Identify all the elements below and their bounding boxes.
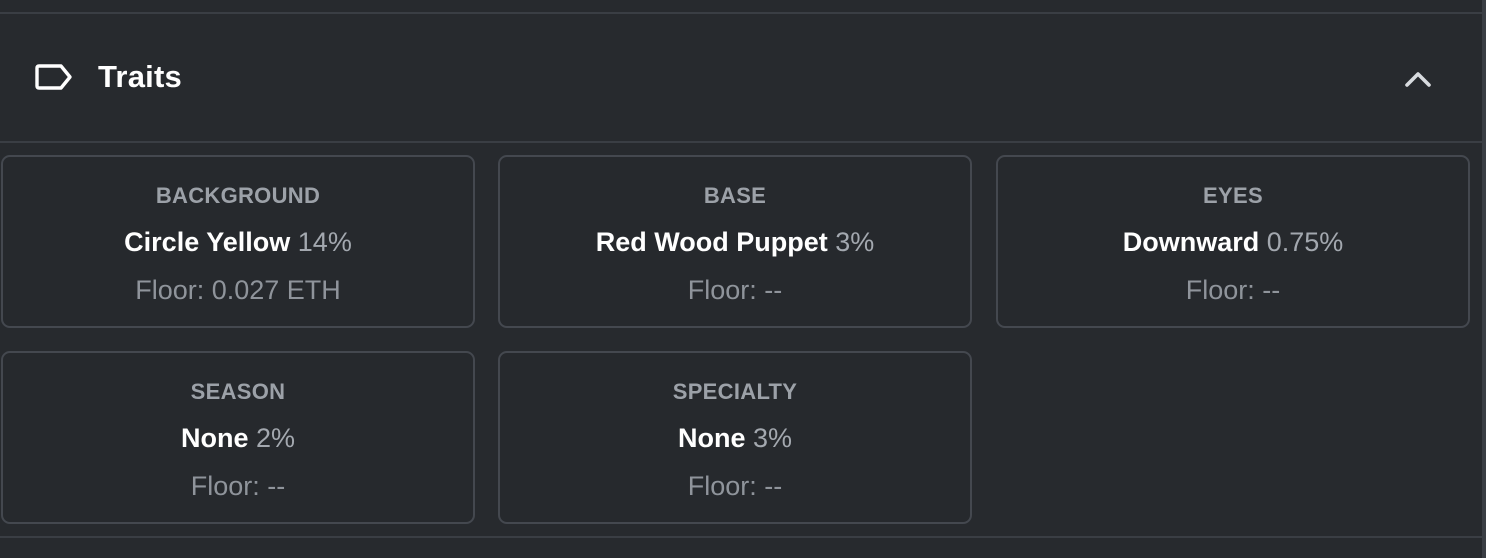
trait-value-line: Red Wood Puppet 3% <box>500 225 970 259</box>
section-title: Traits <box>98 59 182 94</box>
trait-floor-price: Floor: 0.027 ETH <box>135 275 341 305</box>
divider <box>0 536 1482 538</box>
trait-value: None <box>180 423 249 453</box>
trait-floor-price: Floor: -- <box>687 471 783 501</box>
divider <box>0 141 1482 143</box>
trait-rarity: 14% <box>297 227 352 257</box>
tag-icon <box>35 64 72 90</box>
trait-value-line: None 2% <box>3 421 473 455</box>
trait-card-season[interactable]: SEASON None 2% Floor: -- <box>1 351 475 524</box>
trait-rarity: 0.75% <box>1266 227 1344 257</box>
trait-value: Circle Yellow <box>124 227 291 257</box>
chevron-up-icon[interactable] <box>1398 62 1438 96</box>
trait-value: Downward <box>1122 227 1260 257</box>
trait-type: BASE <box>703 183 767 208</box>
trait-value-line: Circle Yellow 14% <box>3 225 473 259</box>
trait-floor-price: Floor: -- <box>687 275 783 305</box>
trait-rarity: 3% <box>835 227 875 257</box>
trait-card-base[interactable]: BASE Red Wood Puppet 3% Floor: -- <box>498 155 972 328</box>
trait-card-background[interactable]: BACKGROUND Circle Yellow 14% Floor: 0.02… <box>1 155 475 328</box>
trait-value-line: Downward 0.75% <box>998 225 1468 259</box>
trait-value: None <box>677 423 746 453</box>
scrollbar-edge <box>1482 0 1486 558</box>
trait-type: EYES <box>1203 183 1263 208</box>
traits-panel: Traits BACKGROUND Circle Yellow 14% Floo… <box>0 0 1486 558</box>
trait-floor-price: Floor: -- <box>190 471 286 501</box>
trait-floor-price: Floor: -- <box>1185 275 1281 305</box>
trait-card-specialty[interactable]: SPECIALTY None 3% Floor: -- <box>498 351 972 524</box>
trait-rarity: 3% <box>752 423 793 453</box>
trait-value: Red Wood Puppet <box>595 227 828 257</box>
trait-type: SEASON <box>190 379 286 404</box>
trait-type: SPECIALTY <box>672 379 798 404</box>
trait-card-eyes[interactable]: EYES Downward 0.75% Floor: -- <box>996 155 1470 328</box>
trait-rarity: 2% <box>255 423 296 453</box>
traits-header[interactable]: Traits <box>0 14 1482 141</box>
trait-value-line: None 3% <box>500 421 970 455</box>
trait-type: BACKGROUND <box>155 183 321 208</box>
